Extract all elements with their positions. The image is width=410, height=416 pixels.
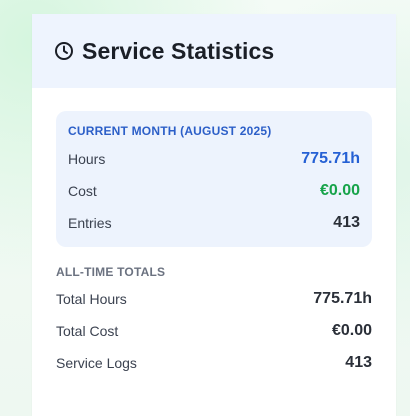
current-month-cost-row: Cost €0.00 <box>68 181 360 201</box>
total-hours-row: Total Hours 775.71h <box>56 289 372 309</box>
total-cost-value: €0.00 <box>331 322 372 339</box>
total-hours-label: Total Hours <box>56 291 127 307</box>
total-hours-value: 775.71h <box>313 290 372 307</box>
card-header: Service Statistics <box>32 14 396 88</box>
service-logs-value: 413 <box>345 354 372 371</box>
entries-label: Entries <box>68 215 112 231</box>
current-month-entries-row: Entries 413 <box>68 213 360 233</box>
service-logs-label: Service Logs <box>56 355 137 371</box>
all-time-label: ALL-TIME TOTALS <box>56 265 166 279</box>
entries-value: 413 <box>333 214 360 231</box>
current-month-label: CURRENT MONTH (AUGUST 2025) <box>68 124 272 138</box>
service-statistics-card: Service Statistics CURRENT MONTH (AUGUST… <box>32 14 396 416</box>
cost-label: Cost <box>68 183 97 199</box>
service-logs-row: Service Logs 413 <box>56 353 372 373</box>
hours-label: Hours <box>68 151 106 167</box>
total-cost-row: Total Cost €0.00 <box>56 321 372 341</box>
card-title: Service Statistics <box>82 37 275 64</box>
current-month-panel: CURRENT MONTH (AUGUST 2025) Hours 775.71… <box>56 111 372 247</box>
total-cost-label: Total Cost <box>56 323 119 339</box>
current-month-hours-row: Hours 775.71h <box>68 149 360 169</box>
clock-icon <box>54 41 74 61</box>
cost-value: €0.00 <box>319 182 360 199</box>
hours-value: 775.71h <box>301 150 360 167</box>
